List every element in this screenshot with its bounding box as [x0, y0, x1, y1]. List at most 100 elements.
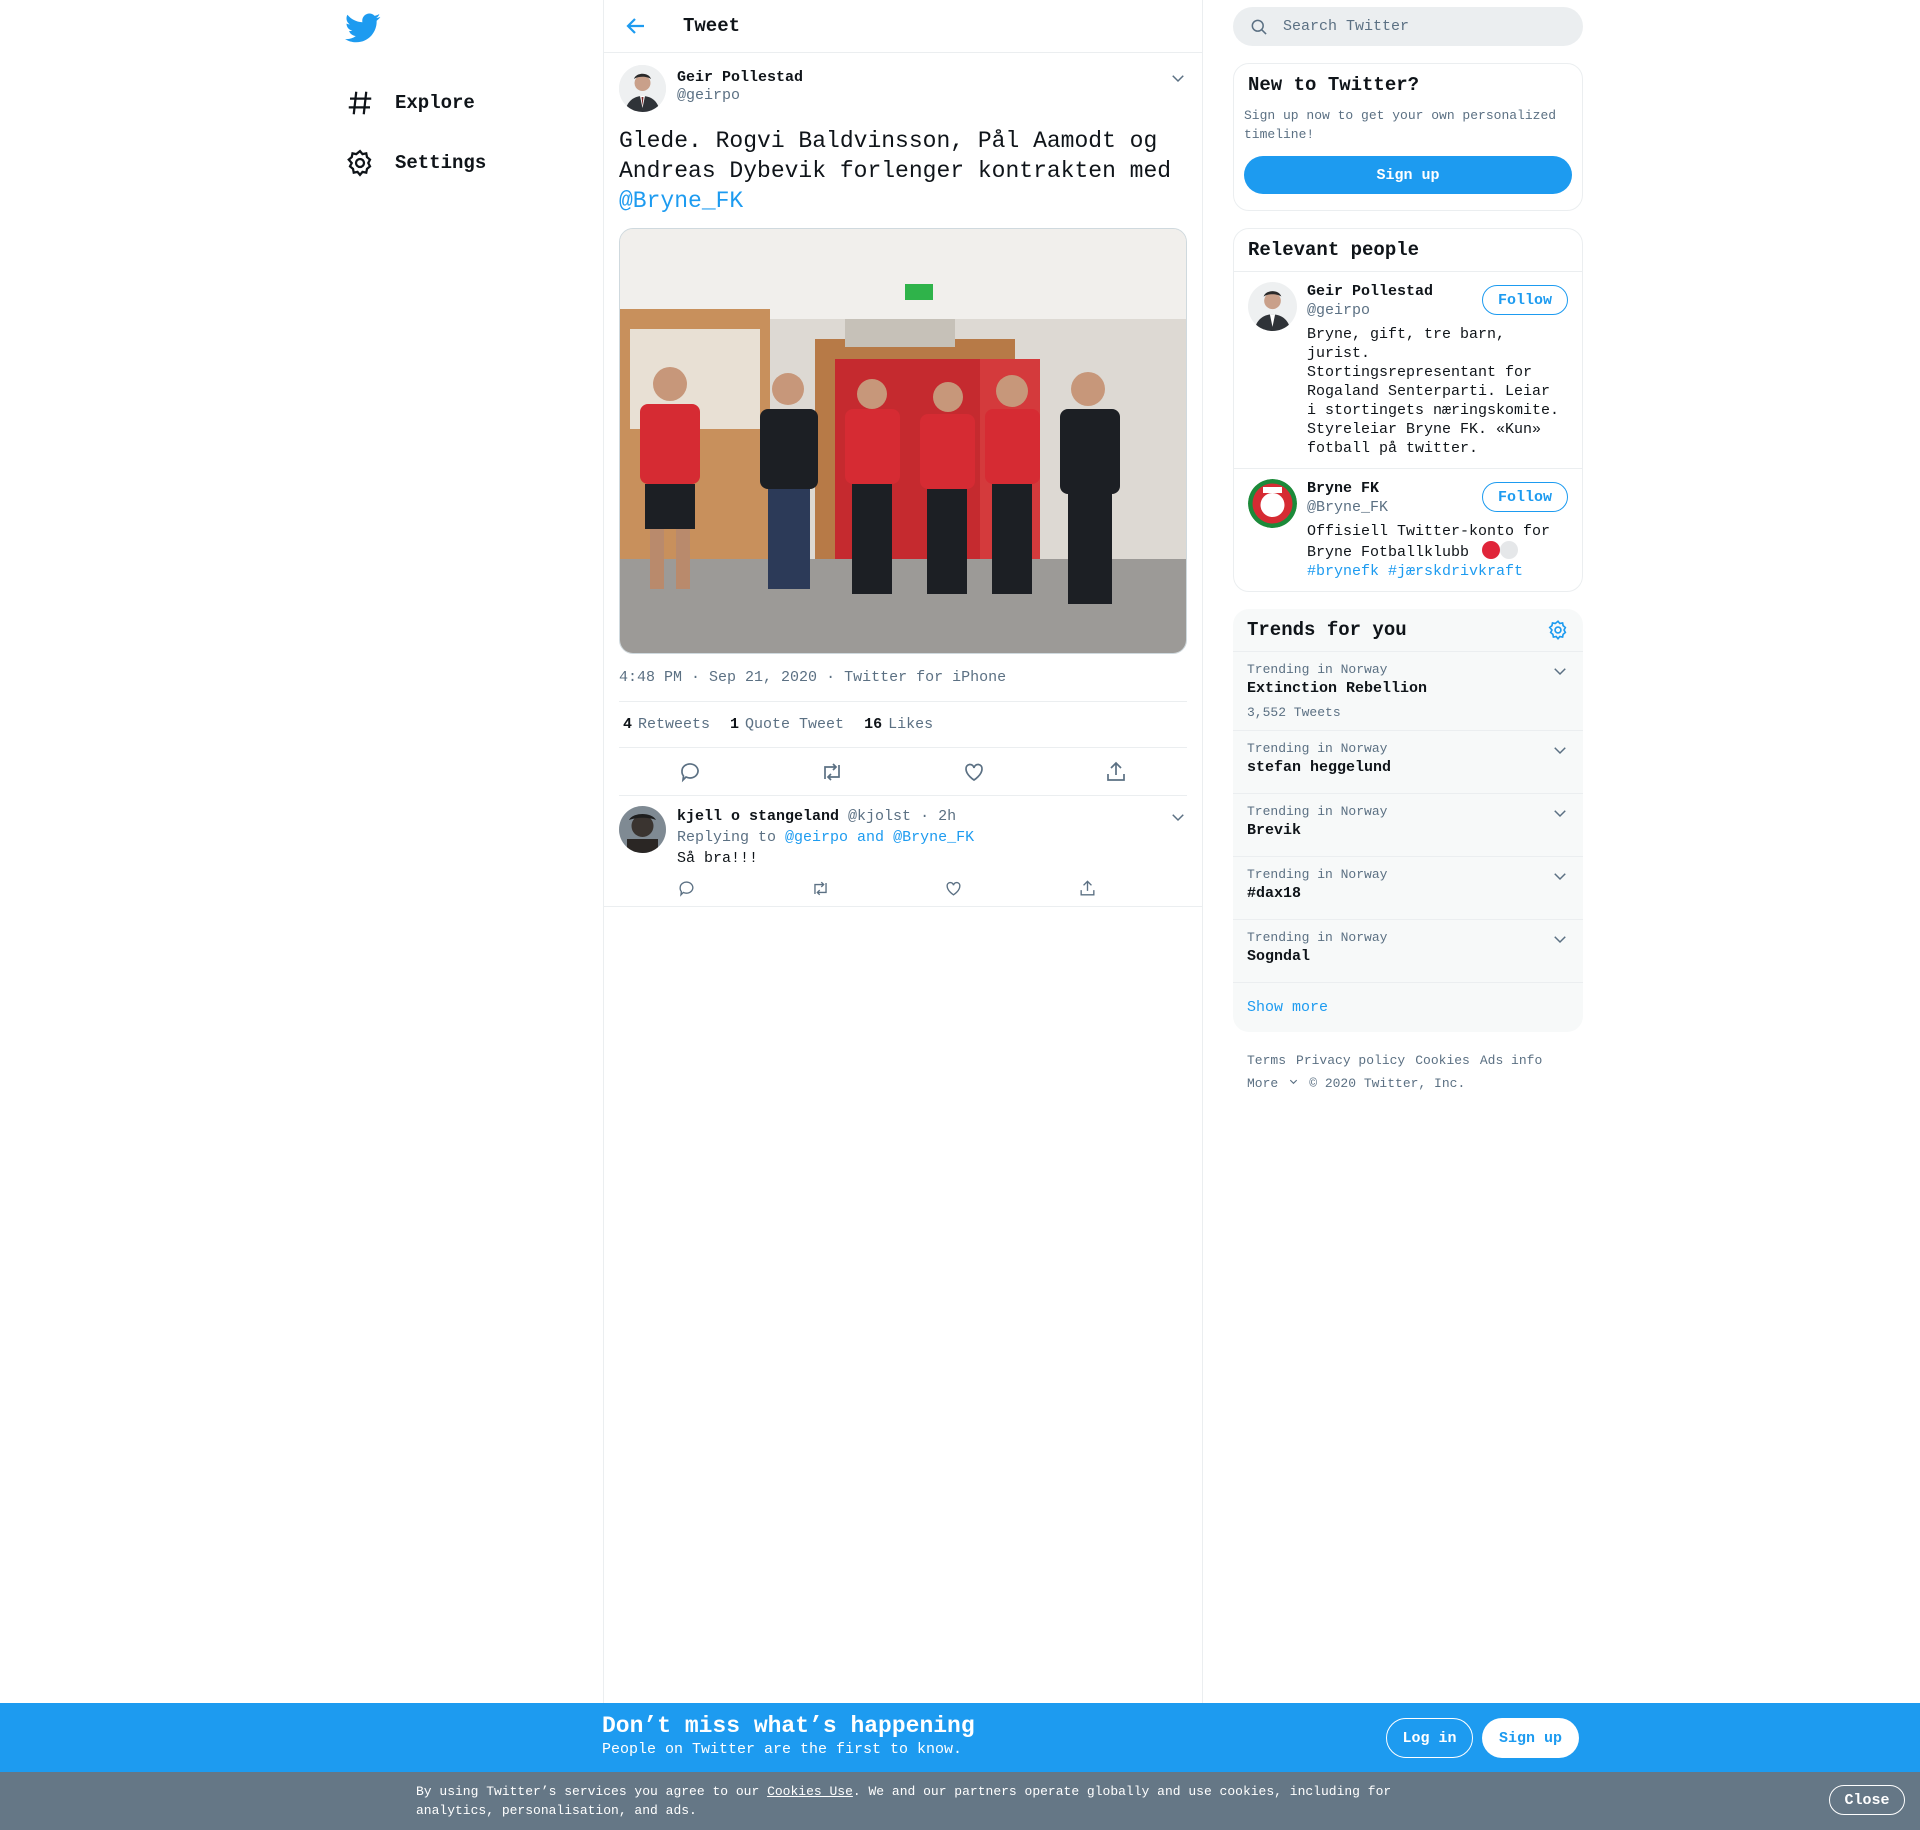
- person-bryne-fk[interactable]: Bryne FK @Bryne_FK Offisiell Twitter-kon…: [1234, 468, 1582, 591]
- sign-up-button[interactable]: Sign up: [1482, 1718, 1579, 1758]
- follow-button[interactable]: Follow: [1481, 285, 1568, 315]
- person-bio: Offisiell Twitter-konto for Bryne Fotbal…: [1307, 522, 1567, 581]
- person-bio: Bryne, gift, tre barn, jurist. Stortings…: [1307, 326, 1560, 457]
- trend-context: Trending in Norway: [1247, 930, 1388, 945]
- reply-time[interactable]: · 2h: [920, 808, 956, 825]
- quote-count[interactable]: 1 Quote Tweet: [730, 716, 844, 733]
- trend-item[interactable]: Trending in Norway #dax18: [1233, 856, 1583, 919]
- tweet-time[interactable]: 4:48 PM · Sep 21, 2020: [619, 669, 817, 686]
- copyright: © 2020 Twitter, Inc.: [1309, 1076, 1466, 1091]
- red-circle-emoji-icon: [1482, 541, 1501, 559]
- trends-card: Trends for you Trending in Norway Extinc…: [1233, 609, 1583, 1032]
- retweet-icon[interactable]: [820, 760, 844, 784]
- trend-item[interactable]: Trending in Norway Sogndal: [1233, 919, 1583, 982]
- sign-up-button[interactable]: Sign up: [1244, 156, 1572, 194]
- chevron-down-icon: [1290, 1079, 1298, 1085]
- reply-icon[interactable]: [678, 760, 702, 784]
- hashtag-icon: [348, 91, 372, 115]
- new-to-twitter-card: New to Twitter? Sign up now to get your …: [1233, 63, 1583, 211]
- team-photo-image: [620, 229, 1186, 653]
- trend-context: Trending in Norway: [1247, 867, 1388, 882]
- close-button[interactable]: Close: [1829, 1785, 1905, 1815]
- retweet-icon[interactable]: [811, 879, 830, 898]
- reply-text: Så bra!!!: [677, 850, 759, 867]
- footer-more-link[interactable]: More: [1247, 1076, 1299, 1091]
- tweet-text: Glede. Rogvi Baldvinsson, Pål Aamodt og …: [619, 126, 1187, 216]
- author-handle[interactable]: @geirpo: [677, 87, 803, 104]
- share-icon[interactable]: [1078, 879, 1097, 898]
- replying-to: Replying to @geirpo and @Bryne_FK: [677, 829, 975, 846]
- show-more-link[interactable]: Show more: [1233, 982, 1583, 1032]
- avatar[interactable]: [1248, 479, 1297, 528]
- log-in-button[interactable]: Log in: [1386, 1718, 1473, 1758]
- sidebar-footer: Terms Privacy policy Cookies Ads info More ©…: [1233, 1032, 1583, 1112]
- trend-name: #dax18: [1247, 885, 1302, 902]
- hashtag-links[interactable]: #brynefk #jærskdrivkraft: [1307, 562, 1567, 581]
- person-geirpo[interactable]: Geir Pollestad @geirpo Bryne, gift, tre …: [1234, 271, 1582, 468]
- twitter-logo-icon[interactable]: [345, 10, 381, 46]
- nav-item-settings[interactable]: Settings: [345, 133, 585, 193]
- footer-link-cookies[interactable]: Cookies: [1415, 1053, 1470, 1068]
- reply-icon[interactable]: [677, 879, 696, 898]
- trend-name: stefan heggelund: [1247, 759, 1392, 776]
- main-column: Tweet Geir Pollestad @geirpo Glede. Rogv…: [603, 0, 1203, 1830]
- avatar[interactable]: [619, 65, 666, 112]
- reply-header: kjell o stangeland @kjolst · 2h: [677, 806, 1187, 827]
- nav-item-explore[interactable]: Explore: [345, 73, 585, 133]
- chevron-down-icon[interactable]: [1551, 930, 1569, 948]
- trend-item[interactable]: Trending in Norway stefan heggelund: [1233, 730, 1583, 793]
- footer-link-ads-info[interactable]: Ads info: [1480, 1053, 1542, 1068]
- search-input[interactable]: Search Twitter: [1233, 7, 1583, 46]
- like-count[interactable]: 16 Likes: [864, 716, 933, 733]
- reply-tweet[interactable]: kjell o stangeland @kjolst · 2h Replying…: [604, 796, 1202, 907]
- trend-item[interactable]: Trending in Norway Extinction Rebellion …: [1233, 651, 1583, 730]
- chevron-down-icon[interactable]: [1551, 662, 1569, 680]
- reply-author-handle[interactable]: @kjolst: [848, 808, 911, 825]
- gear-icon: [347, 149, 372, 177]
- trend-count: 3,552 Tweets: [1247, 705, 1341, 720]
- nav-item-label: Explore: [395, 92, 475, 114]
- card-title: New to Twitter?: [1248, 74, 1420, 96]
- trend-context: Trending in Norway: [1247, 662, 1388, 677]
- relevant-people-card: Relevant people Geir Pollestad @geirpo B…: [1233, 228, 1583, 592]
- trend-context: Trending in Norway: [1247, 804, 1388, 819]
- chevron-down-icon[interactable]: [1551, 867, 1569, 885]
- tweet-stats: 4 Retweets 1 Quote Tweet 16 Likes: [619, 702, 1187, 748]
- share-icon[interactable]: [1104, 760, 1128, 784]
- reply-author-name[interactable]: kjell o stangeland: [677, 808, 839, 825]
- reply-actions: [677, 879, 1097, 898]
- author-name[interactable]: Geir Pollestad: [677, 69, 803, 86]
- heart-icon[interactable]: [962, 760, 986, 784]
- trend-name: Brevik: [1247, 822, 1302, 839]
- main-tweet: Geir Pollestad @geirpo Glede. Rogvi Bald…: [604, 53, 1202, 796]
- footer-link-privacy[interactable]: Privacy policy: [1296, 1053, 1405, 1068]
- replying-to-links[interactable]: @geirpo and @Bryne_FK: [785, 829, 974, 846]
- signup-banner: Don’t miss what’s happening People on Tw…: [0, 1703, 1920, 1772]
- heart-icon[interactable]: [944, 879, 963, 898]
- left-nav: Explore Settings: [345, 10, 585, 193]
- separator: ·: [826, 669, 836, 686]
- follow-button[interactable]: Follow: [1481, 482, 1568, 512]
- tweet-body: Glede. Rogvi Baldvinsson, Pål Aamodt og …: [619, 128, 1172, 184]
- mention-link[interactable]: @Bryne_FK: [619, 188, 743, 214]
- chevron-down-icon[interactable]: [1551, 741, 1569, 759]
- card-subtitle: Sign up now to get your own personalized…: [1244, 108, 1557, 142]
- card-title: Trends for you: [1247, 619, 1407, 641]
- sidebar: Search Twitter New to Twitter? Sign up n…: [1233, 0, 1583, 1112]
- trend-item[interactable]: Trending in Norway Brevik: [1233, 793, 1583, 856]
- footer-link-terms[interactable]: Terms: [1247, 1053, 1286, 1068]
- back-arrow-icon[interactable]: [624, 14, 648, 38]
- tweet-source[interactable]: Twitter for iPhone: [844, 669, 1006, 686]
- cookies-use-link[interactable]: Cookies Use: [767, 1784, 853, 1799]
- header-bar: Tweet: [604, 0, 1202, 53]
- gear-icon[interactable]: [1547, 619, 1569, 641]
- trend-name: Sogndal: [1247, 948, 1311, 965]
- reply-avatar[interactable]: [619, 806, 666, 853]
- avatar[interactable]: [1248, 282, 1297, 331]
- chevron-down-icon[interactable]: [1169, 69, 1187, 87]
- chevron-down-icon[interactable]: [1169, 808, 1187, 826]
- chevron-down-icon[interactable]: [1551, 804, 1569, 822]
- retweet-count[interactable]: 4 Retweets: [623, 716, 710, 733]
- trend-name: Extinction Rebellion: [1247, 680, 1428, 697]
- tweet-photo[interactable]: [619, 228, 1187, 654]
